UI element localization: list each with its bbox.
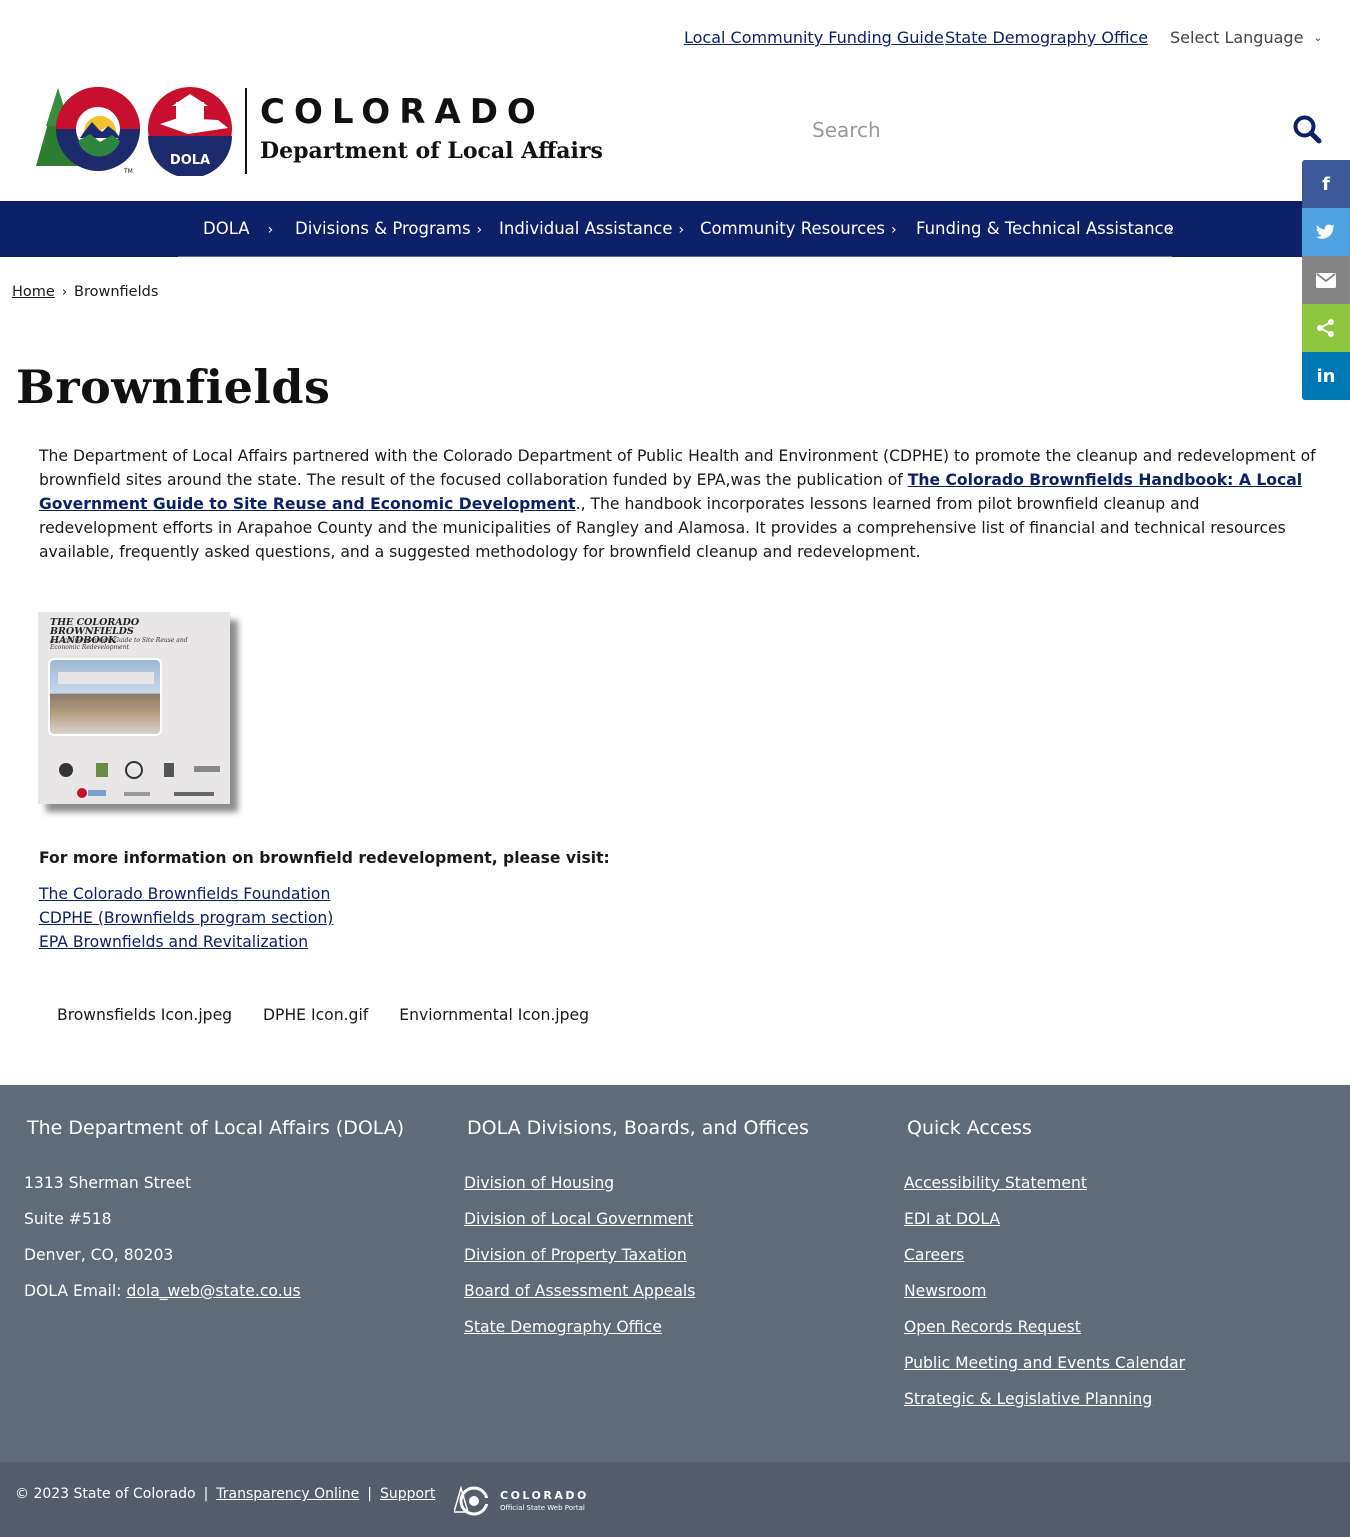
handbook-cover-image[interactable]: THE COLORADO BROWNFIELDS HANDBOOK A Loca… [38,612,230,804]
language-select[interactable]: Select Language ⌄ [1170,28,1323,47]
page-title: Brownfields [16,360,331,414]
share-button[interactable] [1302,304,1350,352]
footer-link-careers[interactable]: Careers [904,1246,964,1264]
transparency-online-link[interactable]: Transparency Online [216,1486,359,1502]
utility-bar: Local Community Funding Guide State Demo… [0,0,1350,76]
breadcrumb-current: Brownfields [74,284,159,300]
footer-link-state-demography-office[interactable]: State Demography Office [464,1318,662,1336]
brand-subtitle: Department of Local Affairs [260,138,603,164]
nav-item-divisions-programs[interactable]: Divisions & Programs › [295,219,482,238]
footer-address-line: Denver, CO, 80203 [24,1246,174,1264]
twitter-icon [1316,224,1336,239]
chevron-right-icon: › [267,222,274,238]
footer-address-line: Suite #518 [24,1210,112,1228]
footer-email-link[interactable]: dola_web@state.co.us [126,1282,300,1300]
chevron-right-icon: › [476,222,483,238]
epa-brownfields-link[interactable]: EPA Brownfields and Revitalization [39,933,308,951]
search-icon[interactable] [1292,114,1322,144]
nav-item-funding-technical-assistance[interactable]: Funding & Technical Assistance› [916,219,1174,238]
breadcrumb-home-link[interactable]: Home [12,284,55,300]
brownfields-icon-image: Brownsfields Icon.jpeg [39,1006,236,1024]
nav-item-dola[interactable]: DOLA › [203,219,273,238]
state-demography-office-link[interactable]: State Demography Office [945,28,1148,47]
bottom-bar: © 2023 State of Colorado | Transparency On… [0,1462,1350,1537]
chevron-right-icon: › [61,285,68,300]
nav-item-label: Divisions & Programs [295,219,471,238]
facebook-share-button[interactable]: f [1302,160,1350,208]
breadcrumb: Home › Brownfields [12,284,158,300]
nav-item-label: DOLA [203,219,250,238]
dphe-icon-image: DPHE Icon.gif [245,1006,372,1024]
nav-item-label: Individual Assistance [499,219,673,238]
nav-item-community-resources[interactable]: Community Resources › [700,219,897,238]
search-input[interactable] [800,108,1280,152]
footer-address-line: 1313 Sherman Street [24,1174,192,1192]
footer-email-label: DOLA Email: [24,1282,127,1300]
cdphe-brownfields-link[interactable]: CDPHE (Brownfields program section) [39,909,333,927]
main-nav: DOLA › Divisions & Programs › Individual A… [0,201,1350,257]
portal-subtitle: Official State Web Portal [500,1504,585,1512]
colorado-brownfields-foundation-link[interactable]: The Colorado Brownfields Foundation [39,885,330,903]
brand-title: COLORADO [260,92,545,132]
cover-partner-logos [59,761,220,798]
tm-mark: TM [123,168,133,175]
footer-email-line: DOLA Email: dola_web@state.co.us [24,1282,301,1300]
email-icon [1316,272,1336,288]
nav-item-label: Community Resources [700,219,886,238]
facebook-icon: f [1322,173,1330,195]
chevron-right-icon: › [1167,222,1174,238]
main-nav-inner: DOLA › Divisions & Programs › Individual A… [178,201,1174,257]
broken-image-icon [39,1006,53,1020]
broken-image-row: Brownsfields Icon.jpeg DPHE Icon.gif Env… [39,1006,597,1024]
nav-item-label: Funding & Technical Assistance [916,219,1174,238]
cover-subtitle: A Local Government Guide to Site Reuse a… [50,637,188,651]
footer-link-strategic-legislative-planning[interactable]: Strategic & Legislative Planning [904,1390,1152,1408]
separator: | [367,1486,373,1502]
official-state-web-portal-logo[interactable]: COLORADO Official State Web Portal [454,1486,604,1520]
footer-link-board-of-assessment-appeals[interactable]: Board of Assessment Appeals [464,1282,695,1300]
footer-link-edi-at-dola[interactable]: EDI at DOLA [904,1210,1000,1228]
footer-heading-quick-access: Quick Access [907,1117,1032,1139]
support-link[interactable]: Support [380,1486,435,1502]
brand-divider [245,88,247,174]
share-icon [1317,319,1334,337]
image-alt-text: Enviornmental Icon.jpeg [399,1006,590,1024]
more-info-heading: For more information on brownfield redev… [39,849,610,867]
linkedin-share-button[interactable]: in [1302,352,1350,400]
copyright-text: © 2023 State of Colorado [15,1486,196,1502]
footer-link-division-of-property-taxation[interactable]: Division of Property Taxation [464,1246,687,1264]
footer-link-newsroom[interactable]: Newsroom [904,1282,986,1300]
footer-link-division-of-housing[interactable]: Division of Housing [464,1174,614,1192]
chevron-right-icon: › [891,222,897,238]
footer-link-accessibility-statement[interactable]: Accessibility Statement [904,1174,1087,1192]
broken-image-icon [381,1006,395,1020]
footer-link-open-records-request[interactable]: Open Records Request [904,1318,1081,1336]
footer: The Department of Local Affairs (DOLA) 1… [0,1085,1350,1462]
email-share-button[interactable] [1302,256,1350,304]
intro-paragraph: The Department of Local Affairs partnere… [39,444,1319,564]
cover-photo-roof [58,672,154,684]
twitter-share-button[interactable] [1302,208,1350,256]
footer-link-public-meeting-calendar[interactable]: Public Meeting and Events Calendar [904,1354,1185,1372]
footer-heading-dola: The Department of Local Affairs (DOLA) [27,1117,405,1139]
image-alt-text: DPHE Icon.gif [263,1006,369,1024]
dola-badge-label: DOLA [170,153,210,168]
broken-image-icon [245,1006,259,1020]
linkedin-icon: in [1316,365,1336,387]
nav-item-individual-assistance[interactable]: Individual Assistance › [499,219,684,238]
footer-link-division-of-local-government[interactable]: Division of Local Government [464,1210,693,1228]
cover-photo [48,658,162,736]
chevron-down-icon: ⌄ [1313,31,1323,44]
copyright-line: © 2023 State of Colorado | Transparency On… [15,1486,435,1502]
chevron-right-icon: › [678,222,685,238]
footer-heading-divisions: DOLA Divisions, Boards, and Offices [467,1117,809,1139]
image-alt-text: Brownsfields Icon.jpeg [57,1006,233,1024]
separator: | [203,1486,209,1502]
local-community-funding-guide-link[interactable]: Local Community Funding Guide [684,28,944,47]
colorado-c-white-icon [454,1486,492,1516]
portal-title: COLORADO [500,1489,589,1502]
language-select-label: Select Language [1170,28,1304,47]
environmental-icon-image: Enviornmental Icon.jpeg [381,1006,593,1024]
